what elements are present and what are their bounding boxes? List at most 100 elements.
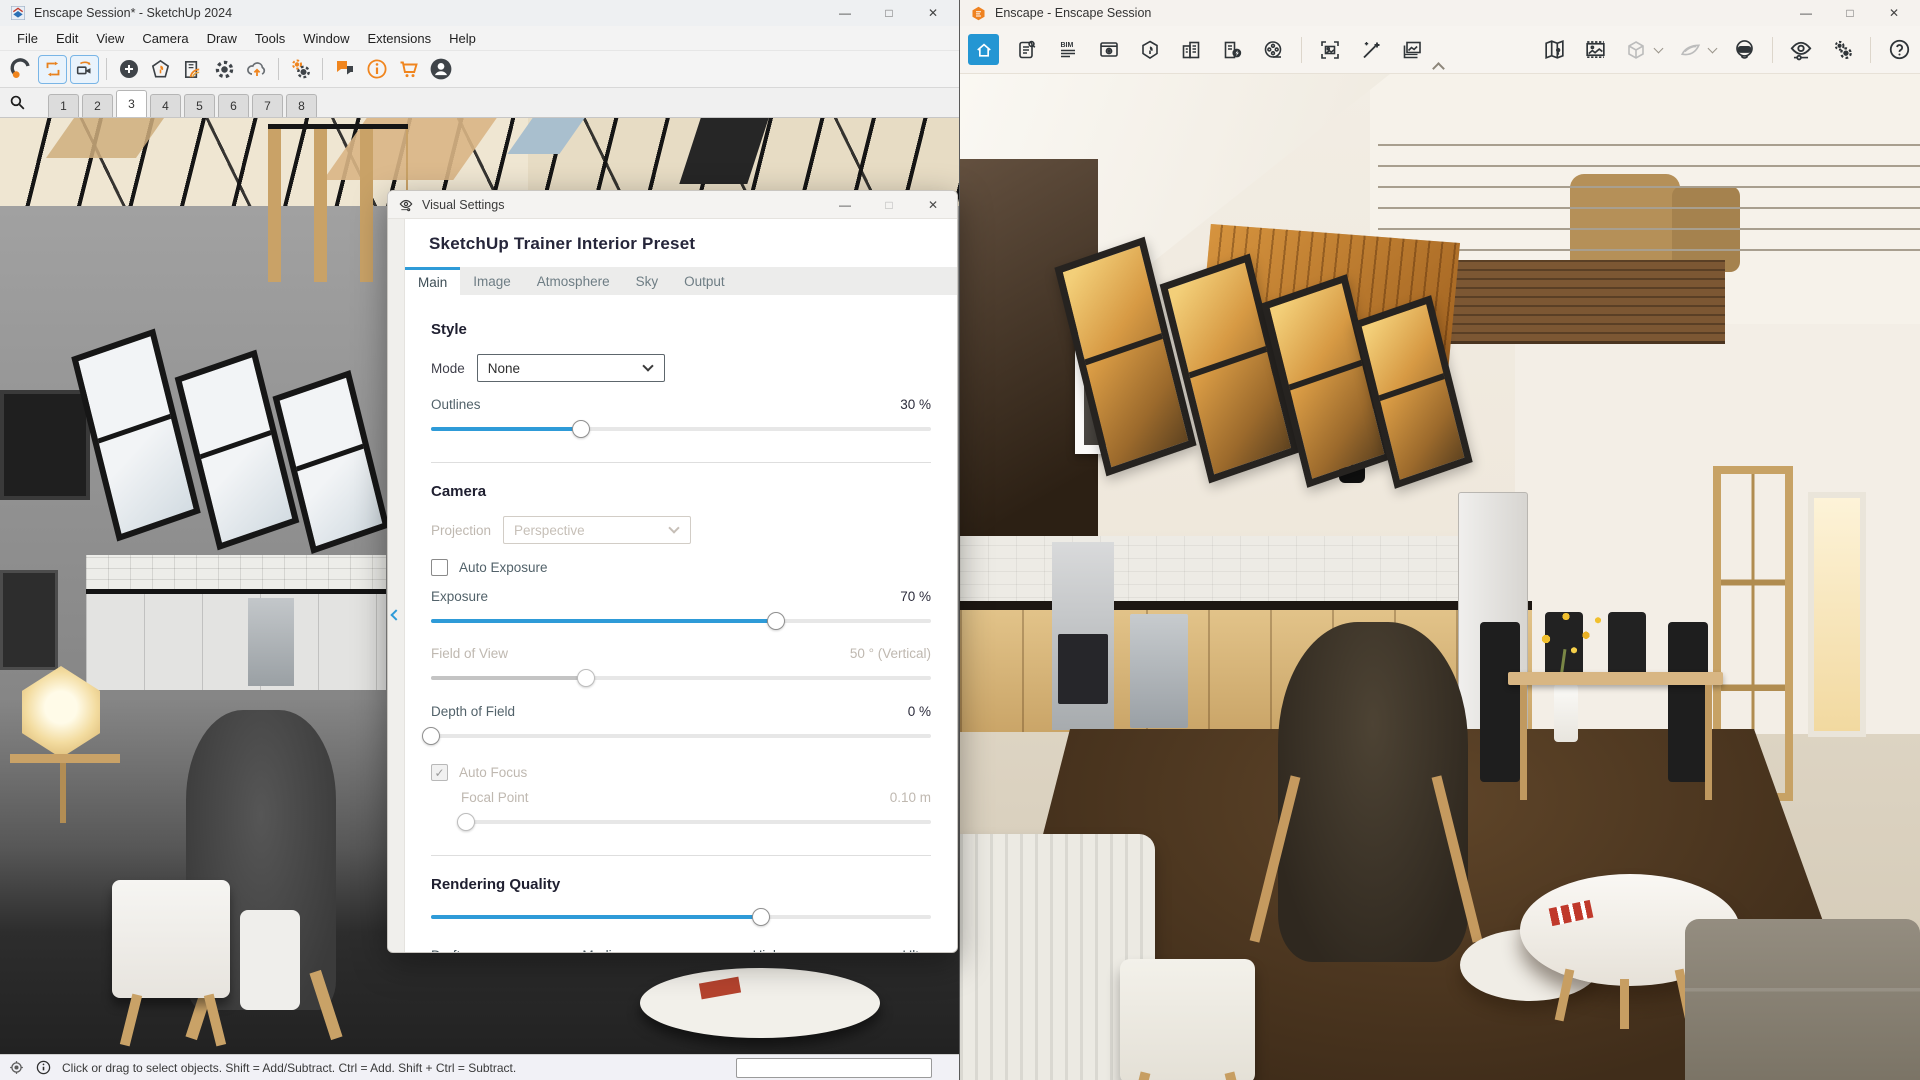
close-button[interactable]: ✕ (911, 0, 955, 26)
upgrades-icon[interactable] (1219, 37, 1245, 63)
sketchup-menubar: File Edit View Camera Draw Tools Window … (0, 26, 959, 51)
general-settings-icon[interactable] (1829, 37, 1855, 63)
maximize-button[interactable]: □ (1828, 0, 1872, 26)
search-icon[interactable] (8, 93, 27, 112)
presets-panel-collapsed (388, 219, 405, 952)
maximize-button[interactable]: □ (867, 191, 911, 219)
menu-file[interactable]: File (8, 28, 47, 49)
enscape-settings-icon[interactable] (286, 55, 315, 84)
visual-settings-window-icon[interactable] (1096, 37, 1122, 63)
menu-extensions[interactable]: Extensions (359, 28, 441, 49)
su-white-stool (112, 880, 230, 998)
shop-cart-icon[interactable] (394, 55, 423, 84)
preset-title: SketchUp Trainer Interior Preset (429, 234, 933, 254)
tab-image[interactable]: Image (460, 267, 524, 295)
scene-tab-5[interactable]: 5 (184, 94, 215, 117)
scene-manager-icon[interactable] (1014, 37, 1040, 63)
material-library-icon[interactable] (178, 55, 207, 84)
visual-settings-titlebar[interactable]: Visual Settings — □ ✕ (388, 191, 957, 219)
expand-presets-icon[interactable] (390, 609, 401, 620)
about-icon[interactable] (362, 55, 391, 84)
style-section-heading: Style (431, 321, 931, 338)
minimize-button[interactable]: — (823, 0, 867, 26)
synchronize-updates-icon[interactable] (38, 55, 67, 84)
fly-mode-icon[interactable] (1677, 37, 1703, 63)
scene-tab-3[interactable]: 3 (116, 90, 147, 117)
fov-slider (431, 669, 931, 687)
slider-track[interactable] (431, 734, 931, 738)
scene-tab-2[interactable]: 2 (82, 94, 113, 117)
menu-help[interactable]: Help (440, 28, 485, 49)
menu-camera[interactable]: Camera (133, 28, 197, 49)
cloud-upload-icon[interactable] (242, 55, 271, 84)
projection-label: Projection (431, 523, 491, 538)
asset-library-icon[interactable] (1137, 37, 1163, 63)
mono-panorama-icon[interactable] (1582, 37, 1608, 63)
orthographic-views-icon[interactable] (1623, 37, 1649, 63)
scene-tab-1[interactable]: 1 (48, 94, 79, 117)
outlines-slider[interactable] (431, 420, 931, 438)
feedback-icon[interactable] (330, 55, 359, 84)
mode-select[interactable]: None (477, 354, 665, 382)
dof-slider[interactable] (431, 727, 931, 745)
account-icon[interactable] (426, 55, 455, 84)
render-image-icon[interactable] (1358, 37, 1384, 63)
visual-settings-eye-icon[interactable] (1788, 37, 1814, 63)
tab-atmosphere[interactable]: Atmosphere (524, 267, 623, 295)
slider-fill (431, 427, 581, 431)
home-icon[interactable] (968, 34, 999, 65)
geolocation-icon[interactable] (8, 1059, 25, 1076)
add-asset-icon[interactable] (114, 55, 143, 84)
maximize-button[interactable]: □ (867, 0, 911, 26)
outlines-row: Outlines 30 % (431, 397, 931, 412)
scene-tab-7[interactable]: 7 (252, 94, 283, 117)
enscape-viewport[interactable] (960, 74, 1920, 1080)
focal-point-value: 0.10 m (890, 790, 931, 805)
panorama-map-icon[interactable] (1541, 37, 1567, 63)
quality-slider[interactable] (431, 908, 931, 926)
exposure-slider-handle[interactable] (767, 612, 785, 630)
chevron-down-icon[interactable] (1654, 43, 1664, 53)
exposure-slider[interactable] (431, 612, 931, 630)
menu-window[interactable]: Window (294, 28, 358, 49)
outlines-value: 30 % (900, 397, 931, 412)
menu-draw[interactable]: Draw (198, 28, 246, 49)
synchronize-views-icon[interactable] (70, 55, 99, 84)
tab-sky[interactable]: Sky (623, 267, 672, 295)
dof-slider-handle[interactable] (422, 727, 440, 745)
screenshot-icon[interactable] (1317, 37, 1343, 63)
auto-exposure-checkbox[interactable] (431, 559, 448, 576)
close-button[interactable]: ✕ (911, 191, 955, 219)
menu-tools[interactable]: Tools (246, 28, 294, 49)
en-flower-bouquet (1530, 594, 1610, 669)
minimize-button[interactable]: — (823, 191, 867, 219)
quality-slider-handle[interactable] (752, 908, 770, 926)
help-icon[interactable] (1886, 37, 1912, 63)
scene-tab-8[interactable]: 8 (286, 94, 317, 117)
menu-view[interactable]: View (87, 28, 133, 49)
asset-library-icon[interactable] (146, 55, 175, 84)
sketchup-logo-icon (10, 5, 26, 21)
video-editor-icon[interactable] (1260, 37, 1286, 63)
quality-high-label: High (753, 948, 781, 952)
buildings-icon[interactable] (1178, 37, 1204, 63)
outlines-slider-handle[interactable] (572, 420, 590, 438)
minimize-button[interactable]: — (1784, 0, 1828, 26)
info-icon[interactable] (35, 1059, 52, 1076)
bim-mode-icon[interactable]: BIM (1055, 37, 1081, 63)
dof-label: Depth of Field (431, 704, 515, 719)
measurements-input[interactable] (736, 1058, 932, 1078)
batch-render-icon[interactable] (1399, 37, 1425, 63)
vr-headset-icon[interactable] (1731, 37, 1757, 63)
collapse-toolbar-icon[interactable] (1432, 62, 1445, 75)
enscape-start-icon[interactable] (6, 55, 35, 84)
menu-edit[interactable]: Edit (47, 28, 87, 49)
chevron-down-icon[interactable] (1708, 43, 1718, 53)
window-mullion (296, 443, 364, 471)
scene-tab-6[interactable]: 6 (218, 94, 249, 117)
tab-main[interactable]: Main (405, 267, 460, 295)
tab-output[interactable]: Output (671, 267, 738, 295)
enscape-objects-icon[interactable] (210, 55, 239, 84)
close-button[interactable]: ✕ (1872, 0, 1916, 26)
scene-tab-4[interactable]: 4 (150, 94, 181, 117)
